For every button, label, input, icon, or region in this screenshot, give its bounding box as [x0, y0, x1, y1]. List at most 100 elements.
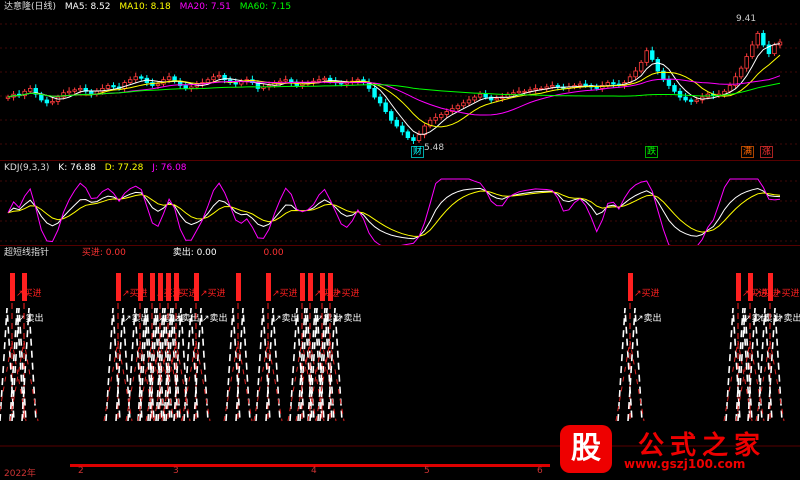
candle-up — [72, 89, 77, 92]
badge-fin: 财 — [411, 146, 425, 158]
candle-down — [688, 99, 694, 102]
buy-signal-label: ↗买进 — [16, 288, 42, 299]
candle-down — [683, 96, 688, 101]
signal-sell-label: 卖出: 0.00 — [172, 248, 217, 258]
candle-down — [89, 90, 94, 95]
buy-signal-label: ↗买进 — [200, 288, 226, 299]
candle-up — [127, 79, 133, 84]
candle-up — [577, 83, 583, 86]
ma20-label: MA20: 7.51 — [179, 2, 231, 12]
candle-up — [472, 96, 477, 101]
buy-signal-label: ↗买进 — [334, 288, 360, 299]
candle-down — [655, 59, 661, 72]
candle-up — [316, 79, 322, 82]
candle-up — [738, 67, 744, 78]
candle-down — [44, 99, 50, 104]
candle-down — [611, 82, 616, 85]
signal-title: 超短线指针 — [4, 248, 50, 258]
candle-up — [166, 76, 172, 81]
candle-up — [633, 70, 638, 78]
candle-up — [605, 82, 611, 86]
watermark-url: www.gszj100.com — [624, 457, 746, 471]
candle-up — [155, 83, 161, 86]
kdj-header: KDJ(9,3,3) K: 76.88 D: 77.28 J: 76.08 — [4, 161, 193, 175]
kdj-panel: KDJ(9,3,3) K: 76.88 D: 77.28 J: 76.08 — [0, 160, 800, 246]
ma5-label: MA5: 8.52 — [64, 2, 111, 12]
candle-down — [377, 96, 383, 104]
badge-rise: 涨 — [760, 146, 774, 158]
kdj-d-label: D: 77.28 — [104, 163, 144, 173]
candle-down — [389, 111, 394, 121]
candle-up — [527, 89, 533, 92]
candle-up — [189, 86, 194, 89]
candle-up — [477, 93, 483, 98]
low-marker: 5.48 — [424, 143, 445, 153]
candle-up — [439, 114, 444, 118]
signal-header: 超短线指针 买进: 0.00 卖出: 0.00 0.00 — [4, 246, 290, 260]
sell-signal-label: ↗卖出 — [776, 312, 800, 324]
ma10-label: MA10: 8.18 — [119, 2, 171, 12]
price-chart — [0, 23, 800, 145]
candle-up — [550, 85, 555, 88]
date-axis-line — [70, 464, 550, 467]
signal-extra-label: 0.00 — [263, 248, 284, 258]
candle-down — [583, 83, 588, 86]
candle-up — [283, 79, 288, 82]
sell-signal-label: ↗卖出 — [202, 312, 228, 324]
price-panel: 达意隆(日线) MA5: 8.52 MA10: 8.18 MA20: 7.51 … — [0, 0, 800, 160]
candle-up — [28, 87, 33, 92]
sell-signal-label: ↗卖出 — [336, 312, 362, 324]
candle-up — [133, 76, 138, 81]
candle-up — [416, 134, 422, 141]
candle-up — [494, 98, 499, 101]
ma60-label: MA60: 7.15 — [239, 2, 292, 12]
candle-up — [5, 96, 11, 99]
candle-up — [461, 102, 466, 107]
candle-up — [433, 116, 438, 121]
candle-down — [405, 131, 411, 139]
sell-signal-label: ↗卖出 — [18, 312, 44, 324]
candle-down — [183, 85, 188, 89]
candle-down — [677, 90, 683, 98]
sell-signal-label: ↗卖出 — [636, 312, 662, 324]
candle-up — [694, 99, 699, 102]
candle-up — [322, 77, 327, 81]
candle-up — [205, 79, 211, 84]
candle-up — [750, 44, 755, 57]
candle-up — [511, 92, 516, 95]
candle-up — [216, 74, 222, 78]
candle-up — [644, 50, 649, 63]
candle-up — [66, 90, 72, 94]
kdj-k-label: K: 76.88 — [58, 163, 96, 173]
buy-signal-label: ↗买进 — [272, 288, 298, 299]
date-label-1: 2 — [78, 466, 84, 476]
candle-up — [755, 32, 760, 46]
candle-up — [744, 56, 749, 69]
watermark-icon: 股 — [560, 425, 612, 473]
badge-rise2: 满 — [741, 146, 755, 158]
candle-down — [400, 125, 405, 133]
candle-up — [211, 76, 216, 81]
candle-up — [78, 87, 83, 91]
candle-up — [105, 85, 111, 89]
buy-signal-label: ↗买进 — [774, 288, 800, 299]
watermark-logo: 股 公式之家 www.gszj100.com — [560, 425, 800, 480]
candle-down — [650, 50, 655, 60]
candle-up — [544, 86, 549, 89]
candle-down — [761, 32, 766, 46]
candle-down — [372, 87, 377, 98]
candle-down — [666, 79, 672, 86]
candle-up — [455, 105, 461, 110]
stock-title: 达意隆(日线) — [4, 2, 57, 12]
price-header: 达意隆(日线) MA5: 8.52 MA10: 8.18 MA20: 7.51 … — [4, 0, 297, 14]
kdj-d-line — [7, 190, 781, 237]
candle-down — [594, 86, 599, 89]
candle-up — [444, 111, 449, 115]
candle-up — [727, 85, 733, 92]
candle-down — [111, 85, 116, 88]
candle-up — [533, 87, 538, 91]
date-label-0: 2022年 — [4, 469, 36, 479]
buy-signal-label: ↗买进 — [122, 288, 148, 299]
high-marker: 9.41 — [736, 14, 757, 24]
buy-signal-label: ↗买进 — [634, 288, 660, 299]
